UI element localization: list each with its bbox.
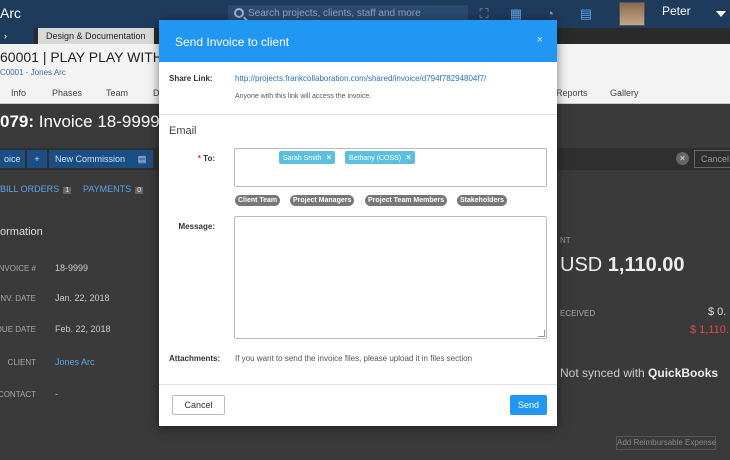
message-input[interactable]	[234, 216, 547, 339]
add-reimbursable-button[interactable]: Add Reimbursable Expense	[616, 436, 716, 450]
to-label: * To:	[159, 154, 215, 163]
avatar[interactable]	[619, 2, 645, 26]
info-row: INVOICE # 18-9999	[0, 254, 160, 284]
search-icon	[234, 8, 244, 18]
resize-handle-icon[interactable]	[538, 330, 545, 337]
close-icon[interactable]: ×	[537, 34, 543, 46]
info-value: 18-9999	[55, 263, 89, 273]
tab-gallery[interactable]: Gallery	[610, 88, 639, 98]
info-value: -	[55, 389, 58, 399]
info-row: CLIENT Jones Arc	[0, 348, 160, 378]
chevron-down-icon[interactable]	[716, 11, 726, 17]
breadcrumb-tab[interactable]: Design & Documentation	[38, 28, 154, 44]
recipient-tag: Sarah Smith ×	[279, 151, 336, 164]
remove-recipient-icon[interactable]: ×	[406, 153, 411, 162]
share-link-note: Anyone with this link will access the in…	[235, 93, 372, 100]
plus-icon[interactable]: +	[27, 150, 47, 168]
tab-payments[interactable]: PAYMENTS 0	[83, 184, 144, 194]
invoice-amount: USD 1,110.00	[560, 254, 685, 277]
info-label: INVOICE #	[0, 264, 36, 273]
divider	[159, 114, 557, 115]
modal-title: Send Invoice to client	[175, 35, 290, 49]
cancel-button[interactable]: Cancel	[172, 395, 225, 415]
qb-prefix: Not synced with	[560, 366, 645, 380]
tab-label: PAYMENTS	[83, 184, 132, 194]
count-badge: 0	[135, 187, 144, 194]
amount-label: NT	[560, 236, 571, 245]
invoice-name: Invoice 18-9999	[38, 112, 160, 131]
tab-phases[interactable]: Phases	[52, 88, 82, 98]
info-value: Jan. 22, 2018	[55, 293, 110, 303]
required-mark: *	[197, 154, 201, 163]
project-title: 60001 | PLAY PLAY WITH	[0, 49, 163, 65]
tab-team[interactable]: Team	[106, 88, 128, 98]
app-title: Arc	[0, 5, 21, 21]
document-icon[interactable]: ▤	[578, 6, 594, 22]
breadcrumb-back[interactable]: ›	[0, 28, 34, 44]
share-link-label: Share Link:	[169, 74, 213, 83]
message-label: Message:	[178, 222, 215, 231]
client-link[interactable]: Jones Arc	[55, 357, 95, 367]
info-row: T CONTACT -	[0, 380, 160, 410]
close-icon[interactable]: ✕	[676, 152, 689, 165]
user-name[interactable]: Peter	[662, 4, 691, 18]
to-label-text: To:	[203, 154, 215, 163]
modal-header: Send Invoice to client ×	[159, 20, 557, 62]
section-title: ormation	[0, 226, 43, 238]
qb-name: QuickBooks	[648, 366, 719, 380]
group-tag-stakeholders[interactable]: Stakeholders	[457, 195, 507, 206]
remove-recipient-icon[interactable]: ×	[327, 153, 332, 162]
email-heading: Email	[169, 125, 197, 137]
send-invoice-modal: Send Invoice to client × Share Link: htt…	[159, 20, 557, 426]
invoice-title: 079: Invoice 18-9999	[0, 112, 160, 132]
send-button[interactable]: Send	[510, 395, 547, 415]
tab-label: BILL ORDERS	[0, 184, 60, 194]
amount-value: 1,110.00	[607, 254, 685, 276]
invoice-button[interactable]: oice	[0, 150, 25, 168]
group-tag-project-team-members[interactable]: Project Team Members	[365, 195, 448, 206]
document-icon[interactable]: ▤	[131, 150, 153, 168]
cancel-button[interactable]: Cancel	[694, 150, 730, 168]
share-link[interactable]: http://projects.frankcollaboration.com/s…	[235, 74, 486, 83]
attachments-label: Attachments:	[169, 354, 221, 363]
info-row: DUE DATE Feb. 22, 2018	[0, 315, 160, 345]
info-label: T CONTACT	[0, 390, 36, 399]
new-commission-button[interactable]: New Commission	[49, 150, 132, 168]
info-row: INV. DATE Jan. 22, 2018	[0, 284, 160, 314]
tab-bill-orders[interactable]: BILL ORDERS 1	[0, 184, 72, 194]
invoice-number: 079:	[0, 112, 35, 131]
info-value: Feb. 22, 2018	[55, 324, 111, 334]
quickbooks-status: Not synced with QuickBooks	[560, 366, 718, 380]
info-label: INV. DATE	[0, 294, 36, 303]
group-tag-project-managers[interactable]: Project Managers	[290, 195, 355, 206]
recipient-name: Bethany (COSS)	[349, 155, 402, 162]
received-label: ECEIVED	[560, 309, 596, 318]
received-value: $ 0.	[708, 306, 727, 318]
info-label: CLIENT	[7, 358, 36, 367]
due-value: $ 1,110.	[690, 324, 729, 336]
divider	[159, 384, 557, 385]
recipient-name: Sarah Smith	[283, 155, 322, 162]
tab-info[interactable]: Info	[11, 88, 26, 98]
info-label: DUE DATE	[0, 325, 36, 334]
recipient-tag: Bethany (COSS) ×	[345, 151, 415, 164]
tab-reports[interactable]: Reports	[556, 88, 588, 98]
attachments-note: If you want to send the invoice files, p…	[235, 354, 473, 363]
recipients-input[interactable]: Sarah Smith × Bethany (COSS) ×	[234, 148, 547, 187]
count-badge: 1	[63, 187, 72, 194]
currency: USD	[560, 254, 603, 276]
search-placeholder: Search projects, clients, staff and more	[248, 8, 421, 19]
group-tag-client-team[interactable]: Client Team	[235, 195, 281, 206]
project-subtitle[interactable]: C0001 - Jones Arc	[0, 68, 66, 77]
